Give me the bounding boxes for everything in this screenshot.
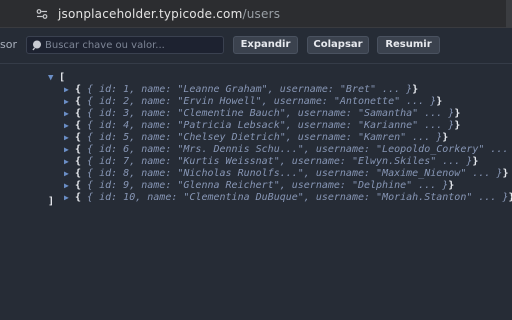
object-summary: { id: 6, name: "Mrs. Dennis Schu...", us… [81, 144, 512, 155]
tree-item[interactable]: ▶{ { id: 7, name: "Kurtis Weissnat", use… [64, 156, 478, 168]
object-summary: { id: 2, name: "Ervin Howell", username:… [81, 96, 437, 107]
expand-item-icon[interactable]: ▶ [64, 108, 75, 120]
url-host: jsonplaceholder.typicode.com [58, 7, 243, 21]
object-summary: { id: 1, name: "Leanne Graham", username… [81, 84, 413, 95]
expand-item-icon[interactable]: ▶ [64, 180, 75, 192]
summarize-button[interactable]: Resumir [377, 36, 440, 54]
url-text[interactable]: jsonplaceholder.typicode.com/users [58, 6, 280, 22]
tree-item[interactable]: ▶{ { id: 8, name: "Nicholas Runolfs...",… [64, 168, 509, 180]
expand-button[interactable]: Expandir [233, 36, 298, 54]
object-close-brace: } [442, 132, 449, 143]
expand-item-icon[interactable]: ▶ [64, 192, 75, 204]
expand-item-icon[interactable]: ▶ [64, 132, 75, 144]
object-close-brace: } [454, 108, 461, 119]
tree-item[interactable]: ▶{ { id: 9, name: "Glenna Reichert", use… [64, 180, 454, 192]
search-icon [32, 40, 41, 51]
tree-item[interactable]: ▶{ { id: 2, name: "Ervin Howell", userna… [64, 96, 442, 108]
tree-item[interactable]: ▶{ { id: 3, name: "Clementine Bauch", us… [64, 108, 460, 120]
object-summary: { id: 7, name: "Kurtis Weissnat", userna… [81, 156, 473, 167]
array-close-line: ] [48, 196, 54, 208]
object-close-brace: } [502, 168, 509, 179]
object-summary: { id: 10, name: "Clementina DuBuque", us… [81, 192, 509, 203]
object-summary: { id: 5, name: "Chelsey Dietrich", usern… [81, 132, 443, 143]
object-close-brace: } [472, 156, 479, 167]
expand-item-icon[interactable]: ▶ [64, 156, 75, 168]
tree-item[interactable]: ▶{ { id: 1, name: "Leanne Graham", usern… [64, 84, 418, 96]
object-close-brace: } [448, 180, 455, 191]
object-close-brace: } [436, 96, 443, 107]
site-settings-icon[interactable] [35, 7, 49, 21]
search-field[interactable] [26, 36, 224, 54]
object-close-brace: } [412, 84, 419, 95]
array-open-bracket: [ [59, 72, 66, 83]
object-close-brace: } [454, 120, 461, 131]
expand-item-icon[interactable]: ▶ [64, 168, 75, 180]
expand-item-icon[interactable]: ▶ [64, 144, 75, 156]
address-bar-edge [506, 0, 512, 28]
collapse-button[interactable]: Colapsar [307, 36, 369, 54]
json-tree: ▼[ ▶{ { id: 1, name: "Leanne Graham", us… [0, 64, 512, 320]
object-summary: { id: 9, name: "Glenna Reichert", userna… [81, 180, 449, 191]
tree-item[interactable]: ▶{ { id: 4, name: "Patricia Lebsack", us… [64, 120, 460, 132]
tree-item[interactable]: ▶{ { id: 10, name: "Clementina DuBuque",… [64, 192, 512, 204]
expand-item-icon[interactable]: ▶ [64, 120, 75, 132]
viewer-toolbar: sor Expandir Colapsar Resumir [0, 28, 512, 64]
object-close-brace: } [509, 192, 512, 203]
array-close-bracket: ] [48, 196, 55, 207]
tree-item[interactable]: ▶{ { id: 5, name: "Chelsey Dietrich", us… [64, 132, 448, 144]
toolbar-label: sor [0, 38, 17, 51]
address-bar[interactable]: jsonplaceholder.typicode.com/users [0, 0, 512, 28]
collapse-array-icon[interactable]: ▼ [48, 72, 59, 84]
expand-item-icon[interactable]: ▶ [64, 96, 75, 108]
search-input[interactable] [45, 38, 221, 52]
array-root-line: ▼[ [48, 72, 65, 84]
url-path: /users [242, 7, 281, 21]
tree-item[interactable]: ▶{ { id: 6, name: "Mrs. Dennis Schu...",… [64, 144, 512, 156]
object-summary: { id: 3, name: "Clementine Bauch", usern… [81, 108, 455, 119]
object-summary: { id: 8, name: "Nicholas Runolfs...", us… [81, 168, 503, 179]
expand-item-icon[interactable]: ▶ [64, 84, 75, 96]
object-summary: { id: 4, name: "Patricia Lebsack", usern… [81, 120, 455, 131]
